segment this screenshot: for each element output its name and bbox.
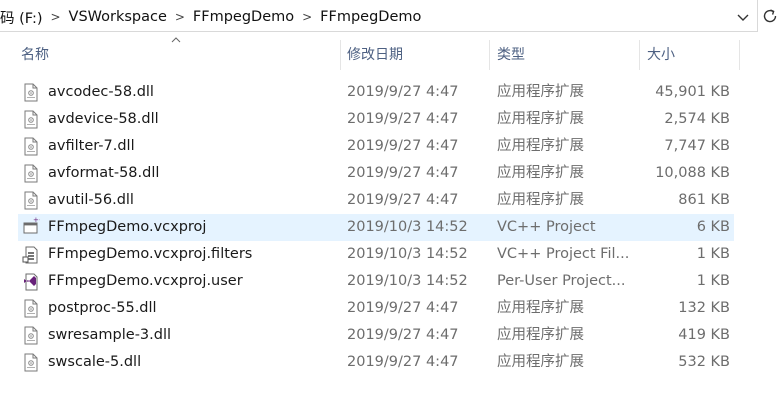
file-type: 应用程序扩展: [497, 327, 584, 343]
file-size: 45,901 KB: [655, 84, 730, 100]
file-type: VC++ Project: [497, 219, 596, 235]
column-header: 名称 修改日期 类型 大小: [0, 40, 740, 70]
column-type[interactable]: 类型: [497, 40, 525, 70]
breadcrumb-separator-icon[interactable]: >: [294, 10, 320, 24]
file-name[interactable]: FFmpegDemo.vcxproj: [48, 214, 206, 241]
column-divider[interactable]: [739, 40, 740, 70]
chevron-down-icon: [737, 14, 749, 21]
file-date: 2019/9/27 4:47: [347, 165, 459, 181]
column-date[interactable]: 修改日期: [347, 40, 403, 70]
file-type: 应用程序扩展: [497, 138, 584, 154]
file-row[interactable]: avdevice-58.dll 2019/9/27 4:47 应用程序扩展 2,574…: [0, 106, 740, 133]
dll-icon: [22, 133, 40, 160]
file-date: 2019/9/27 4:47: [347, 111, 459, 127]
file-name[interactable]: swresample-3.dll: [48, 322, 171, 349]
file-date: 2019/9/27 4:47: [347, 84, 459, 100]
file-size: 1 KB: [696, 273, 730, 289]
file-date: 2019/9/27 4:47: [347, 354, 459, 370]
file-size: 419 KB: [678, 327, 730, 343]
column-divider[interactable]: [340, 40, 341, 70]
dll-icon: [22, 160, 40, 187]
file-type: VC++ Project Fil...: [497, 246, 630, 262]
refresh-icon: [763, 9, 777, 23]
file-row[interactable]: ++ FFmpegDemo.vcxproj 2019/10/3 14:52 VC++ …: [0, 214, 740, 241]
file-date: 2019/10/3 14:52: [347, 246, 468, 262]
dll-icon: [22, 79, 40, 106]
file-type: 应用程序扩展: [497, 300, 584, 316]
file-type: 应用程序扩展: [497, 84, 584, 100]
column-divider[interactable]: [639, 40, 640, 70]
file-name[interactable]: swscale-5.dll: [48, 349, 141, 376]
dll-icon: [22, 295, 40, 322]
file-date: 2019/9/27 4:47: [347, 138, 459, 154]
breadcrumb-ffmpegdemo[interactable]: FFmpegDemo: [193, 9, 294, 25]
file-size: 2,574 KB: [664, 111, 730, 127]
file-date: 2019/10/3 14:52: [347, 273, 468, 289]
file-name[interactable]: FFmpegDemo.vcxproj.user: [48, 268, 243, 295]
file-type: 应用程序扩展: [497, 354, 584, 370]
file-row[interactable]: avutil-56.dll 2019/9/27 4:47 应用程序扩展 861 KB: [0, 187, 740, 214]
file-row[interactable]: swscale-5.dll 2019/9/27 4:47 应用程序扩展 532 KB: [0, 349, 740, 376]
svg-text:++: ++: [33, 216, 40, 224]
file-size: 532 KB: [678, 354, 730, 370]
file-date: 2019/10/3 14:52: [347, 219, 468, 235]
dll-icon: [22, 187, 40, 214]
breadcrumb-ffmpegdemo-current[interactable]: FFmpegDemo: [320, 9, 421, 25]
column-divider[interactable]: [489, 40, 490, 70]
file-type: 应用程序扩展: [497, 165, 584, 181]
file-name[interactable]: avfilter-7.dll: [48, 133, 135, 160]
file-size: 132 KB: [678, 300, 730, 316]
breadcrumb-vsworkspace[interactable]: VSWorkspace: [69, 9, 167, 25]
file-row[interactable]: FFmpegDemo.vcxproj.user 2019/10/3 14:52 Pe…: [0, 268, 740, 295]
file-date: 2019/9/27 4:47: [347, 300, 459, 316]
file-row[interactable]: FFmpegDemo.vcxproj.filters 2019/10/3 14:5…: [0, 241, 740, 268]
file-row[interactable]: postproc-55.dll 2019/9/27 4:47 应用程序扩展 132 K…: [0, 295, 740, 322]
file-row[interactable]: swresample-3.dll 2019/9/27 4:47 应用程序扩展 419 …: [0, 322, 740, 349]
file-row[interactable]: avfilter-7.dll 2019/9/27 4:47 应用程序扩展 7,747 …: [0, 133, 740, 160]
file-name[interactable]: FFmpegDemo.vcxproj.filters: [48, 241, 252, 268]
dll-icon: [22, 322, 40, 349]
file-size: 10,088 KB: [655, 165, 730, 181]
breadcrumb: 码 (F:) > VSWorkspace > FFmpegDemo > FFmp…: [0, 7, 421, 27]
file-name[interactable]: avutil-56.dll: [48, 187, 134, 214]
file-size: 1 KB: [696, 246, 730, 262]
address-bar[interactable]: 码 (F:) > VSWorkspace > FFmpegDemo > FFmp…: [0, 0, 757, 32]
refresh-button[interactable]: [757, 0, 782, 32]
file-type: 应用程序扩展: [497, 111, 584, 127]
breadcrumb-separator-icon[interactable]: >: [43, 10, 69, 24]
vcxproj-icon: ++: [22, 214, 40, 241]
column-name[interactable]: 名称: [21, 40, 49, 70]
column-size[interactable]: 大小: [647, 40, 675, 70]
file-name[interactable]: avcodec-58.dll: [48, 79, 154, 106]
file-size: 7,747 KB: [664, 138, 730, 154]
file-date: 2019/9/27 4:47: [347, 327, 459, 343]
breadcrumb-separator-icon[interactable]: >: [167, 10, 193, 24]
filters-icon: [22, 241, 40, 268]
address-history-button[interactable]: [735, 8, 751, 26]
file-name[interactable]: postproc-55.dll: [48, 295, 157, 322]
vs-user-icon: [22, 268, 40, 295]
file-size: 861 KB: [678, 192, 730, 208]
file-name[interactable]: avdevice-58.dll: [48, 106, 159, 133]
file-list: avcodec-58.dll 2019/9/27 4:47 应用程序扩展 45,901…: [0, 79, 740, 376]
dll-icon: [22, 106, 40, 133]
file-size: 6 KB: [696, 219, 730, 235]
breadcrumb-drive[interactable]: 码 (F:): [0, 7, 43, 28]
file-row[interactable]: avformat-58.dll 2019/9/27 4:47 应用程序扩展 10,08…: [0, 160, 740, 187]
file-name[interactable]: avformat-58.dll: [48, 160, 159, 187]
dll-icon: [22, 349, 40, 376]
file-date: 2019/9/27 4:47: [347, 192, 459, 208]
file-type: 应用程序扩展: [497, 192, 584, 208]
sort-ascending-icon: [170, 36, 182, 44]
file-type: Per-User Project...: [497, 273, 626, 289]
file-row[interactable]: avcodec-58.dll 2019/9/27 4:47 应用程序扩展 45,901…: [0, 79, 740, 106]
